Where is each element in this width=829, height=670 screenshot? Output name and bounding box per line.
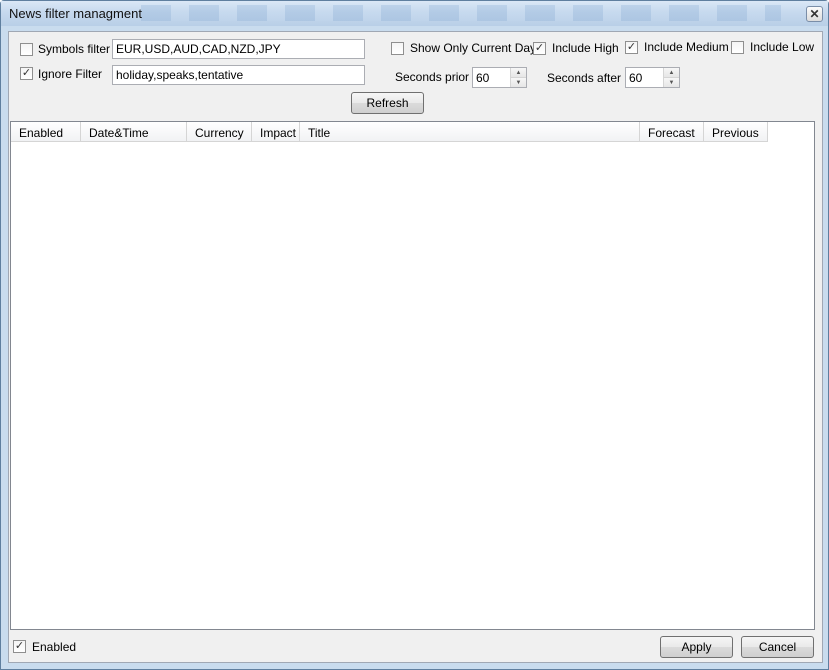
include-high-checkbox[interactable]: ✓ xyxy=(533,42,546,55)
column-header-enabled[interactable]: Enabled xyxy=(11,122,81,142)
enabled-label: Enabled xyxy=(32,640,77,654)
symbols-filter-input[interactable]: EUR,USD,AUD,CAD,NZD,JPY xyxy=(112,39,365,59)
close-icon: ✕ xyxy=(809,7,820,21)
title-bar[interactable]: News filter managment ✕ xyxy=(1,1,828,26)
checkmark-icon: ✓ xyxy=(14,640,25,652)
symbols-filter-label: Symbols filter xyxy=(38,42,111,56)
column-header-datetime[interactable]: Date&Time xyxy=(81,122,187,142)
show-current-day-checkbox[interactable] xyxy=(391,42,404,55)
seconds-after-stepper[interactable]: 60 ▲ ▼ xyxy=(625,67,680,88)
close-button[interactable]: ✕ xyxy=(806,6,823,22)
seconds-prior-stepper[interactable]: 60 ▲ ▼ xyxy=(472,67,527,88)
seconds-prior-value: 60 xyxy=(476,71,490,85)
column-header-title[interactable]: Title xyxy=(300,122,640,142)
column-header-impact[interactable]: Impact xyxy=(252,122,300,142)
checkmark-icon: ✓ xyxy=(626,41,637,53)
seconds-after-arrows: ▲ ▼ xyxy=(663,68,679,87)
seconds-after-up-icon[interactable]: ▲ xyxy=(664,68,679,78)
include-medium-checkbox[interactable]: ✓ xyxy=(625,41,638,54)
column-header-previous[interactable]: Previous xyxy=(704,122,768,142)
symbols-filter-checkbox[interactable] xyxy=(20,43,33,56)
news-filter-window: News filter managment ✕ Symbols filter E… xyxy=(0,0,829,670)
cancel-button[interactable]: Cancel xyxy=(741,636,814,658)
include-high-label: Include High xyxy=(552,41,619,55)
include-low-checkbox[interactable] xyxy=(731,41,744,54)
seconds-after-value: 60 xyxy=(629,71,643,85)
seconds-prior-up-icon[interactable]: ▲ xyxy=(511,68,526,78)
ignore-filter-checkbox[interactable]: ✓ xyxy=(20,67,33,80)
enabled-checkbox[interactable]: ✓ xyxy=(13,640,26,653)
apply-button[interactable]: Apply xyxy=(660,636,733,658)
seconds-after-label: Seconds after xyxy=(547,71,622,85)
title-bar-decoration xyxy=(141,5,781,21)
dialog-body: Symbols filter EUR,USD,AUD,CAD,NZD,JPY ✓… xyxy=(8,31,823,663)
seconds-prior-label: Seconds prior xyxy=(395,70,470,84)
ignore-filter-input[interactable]: holiday,speaks,tentative xyxy=(112,65,365,85)
include-medium-label: Include Medium xyxy=(644,40,729,54)
seconds-prior-down-icon[interactable]: ▼ xyxy=(511,78,526,87)
include-low-label: Include Low xyxy=(750,40,815,54)
window-title: News filter managment xyxy=(9,6,142,21)
seconds-after-down-icon[interactable]: ▼ xyxy=(664,78,679,87)
news-table[interactable]: Enabled Date&Time Currency Impact Title … xyxy=(10,121,815,630)
seconds-prior-arrows: ▲ ▼ xyxy=(510,68,526,87)
column-header-currency[interactable]: Currency xyxy=(187,122,252,142)
show-current-day-label: Show Only Current Day xyxy=(410,41,537,55)
column-header-forecast[interactable]: Forecast xyxy=(640,122,704,142)
checkmark-icon: ✓ xyxy=(21,67,32,79)
refresh-button[interactable]: Refresh xyxy=(351,92,424,114)
checkmark-icon: ✓ xyxy=(534,42,545,54)
ignore-filter-label: Ignore Filter xyxy=(38,67,103,81)
